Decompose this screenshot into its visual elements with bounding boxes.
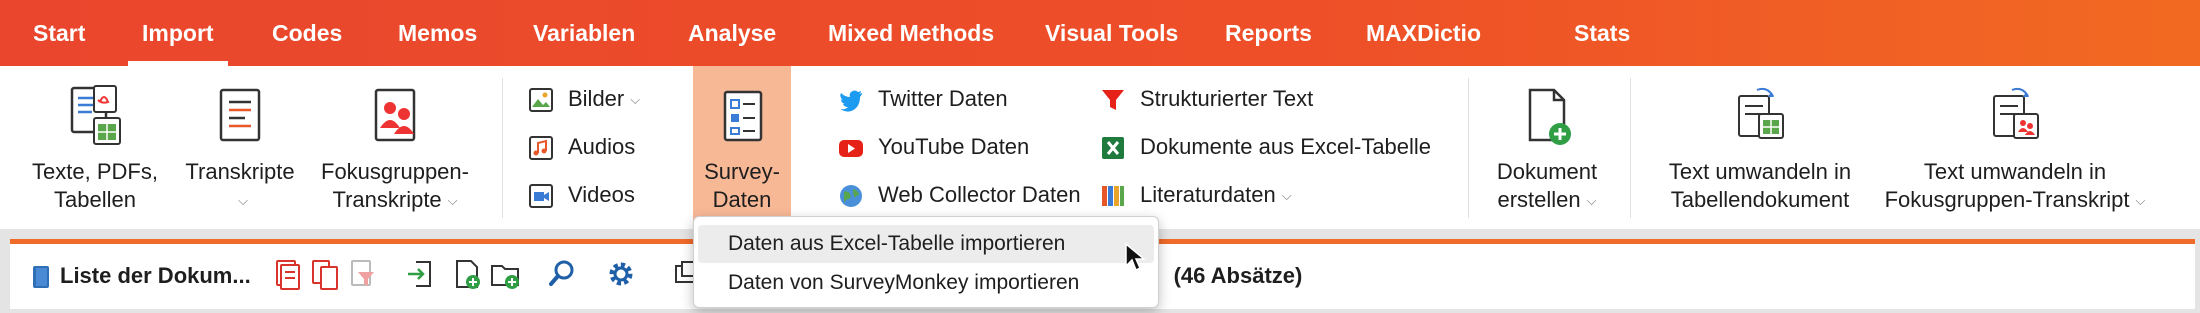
- image-icon: [529, 88, 553, 112]
- import-ribbon: Texte, PDFs, Tabellen Transkripte ⌵ Foku…: [0, 66, 2200, 229]
- import-images-button[interactable]: Bilder ⌵: [528, 81, 658, 117]
- document-import-icon: [70, 85, 121, 145]
- survey-data-dropdown: Daten aus Excel-Tabelle importieren Date…: [693, 216, 1159, 308]
- globe-icon: [840, 185, 862, 207]
- books-icon: [1102, 186, 1124, 206]
- youtube-icon: [839, 140, 863, 157]
- filter-funnel-icon: [1102, 90, 1124, 110]
- import-web-collector-button[interactable]: Web Collector Daten: [838, 177, 1081, 213]
- dokument-label-line2: erstellen: [1497, 187, 1581, 212]
- text-fokus-line1: Text umwandeln in: [1923, 159, 2107, 184]
- document-info: n (46 Absätze): [1140, 254, 1302, 298]
- literatur-label: Literaturdaten: [1140, 182, 1276, 207]
- audio-icon: [529, 136, 553, 160]
- transkripte-label: Transkripte: [185, 159, 295, 184]
- menu-visual-tools[interactable]: Visual Tools: [1045, 0, 1178, 66]
- new-folder-icon[interactable]: [490, 258, 520, 290]
- menu-stats[interactable]: Stats: [1574, 0, 1630, 66]
- survey-label-line1: Survey-: [704, 159, 780, 184]
- chevron-down-icon: ⌵: [238, 193, 248, 209]
- chevron-down-icon: ⌵: [630, 92, 641, 108]
- menu-analyse[interactable]: Analyse: [688, 0, 776, 66]
- dokument-label-line1: Dokument: [1496, 159, 1598, 184]
- chevron-down-icon: ⌵: [2135, 193, 2146, 209]
- document-book-icon: [33, 266, 49, 289]
- texte-label-line1: Texte, PDFs,: [32, 159, 158, 184]
- gear-icon[interactable]: [606, 258, 636, 290]
- import-literature-button[interactable]: Literaturdaten ⌵: [1100, 177, 1440, 213]
- ribbon-separator: [1468, 78, 1469, 218]
- chevron-down-icon: ⌵: [1281, 188, 1292, 204]
- convert-to-table-document-button[interactable]: Text umwandeln in Tabellendokument: [1650, 66, 1870, 229]
- menu-reports[interactable]: Reports: [1225, 0, 1312, 66]
- convert-to-focus-group-button[interactable]: Text umwandeln in Fokusgruppen-Transkrip…: [1880, 66, 2150, 229]
- survey-data-button[interactable]: Survey- Daten: [693, 66, 791, 229]
- import-twitter-button[interactable]: Twitter Daten: [838, 81, 1078, 117]
- survey-icon: [723, 90, 763, 142]
- import-from-surveymonkey-item[interactable]: Daten von SurveyMonkey importieren: [698, 264, 1154, 302]
- excel-docs-label: Dokumente aus Excel-Tabelle: [1140, 134, 1432, 159]
- focus-group-icon: [374, 88, 416, 142]
- video-icon: [529, 184, 553, 208]
- main-menu-bar: Start Import Codes Memos Variablen Analy…: [0, 0, 2200, 66]
- text-tabelle-line2: Tabellendokument: [1670, 187, 1850, 212]
- strukturierter-label: Strukturierter Text: [1140, 86, 1314, 111]
- chevron-down-icon: ⌵: [1586, 193, 1597, 209]
- menu-maxdictio[interactable]: MAXDictio: [1366, 0, 1481, 66]
- fokus-label-line2: Transkripte: [332, 187, 442, 212]
- document-list-title-text: Liste der Dokum...: [60, 263, 251, 288]
- import-from-excel-item[interactable]: Daten aus Excel-Tabelle importieren: [698, 225, 1154, 263]
- audios-label: Audios: [568, 134, 636, 159]
- bilder-label: Bilder: [568, 86, 625, 111]
- documents-red-icon[interactable]: [272, 258, 302, 290]
- texte-label-line2: Tabellen: [54, 187, 136, 212]
- twitter-icon: [840, 90, 862, 112]
- excel-icon: [1102, 137, 1124, 159]
- convert-focus-icon: [1993, 87, 2039, 139]
- search-icon[interactable]: [548, 258, 578, 290]
- import-document-icon[interactable]: [406, 258, 436, 290]
- menu-mixed-methods[interactable]: Mixed Methods: [828, 0, 994, 66]
- import-structured-text-button[interactable]: Strukturierter Text: [1100, 81, 1440, 117]
- copy-documents-icon[interactable]: [310, 258, 340, 290]
- import-focus-group-button[interactable]: Fokusgruppen- Transkripte ⌵: [310, 66, 480, 229]
- fokus-label-line1: Fokusgruppen-: [321, 159, 469, 184]
- document-list-title[interactable]: Liste der Dokum...: [32, 254, 251, 298]
- filter-documents-icon[interactable]: [348, 258, 378, 290]
- import-texts-pdfs-tables-button[interactable]: Texte, PDFs, Tabellen: [20, 66, 170, 229]
- import-videos-button[interactable]: Videos: [528, 177, 658, 213]
- youtube-label: YouTube Daten: [878, 134, 1030, 159]
- videos-label: Videos: [568, 182, 635, 207]
- import-excel-documents-button[interactable]: Dokumente aus Excel-Tabelle: [1100, 129, 1440, 165]
- transcript-icon: [219, 88, 261, 142]
- ribbon-separator: [1630, 78, 1631, 218]
- new-document-icon: [1528, 88, 1571, 145]
- mouse-cursor-icon: [1125, 242, 1147, 272]
- ribbon-separator: [502, 78, 503, 218]
- text-fokus-line2: Fokusgruppen-Transkript: [1884, 187, 2130, 212]
- import-audios-button[interactable]: Audios: [528, 129, 658, 165]
- menu-import[interactable]: Import: [128, 0, 228, 66]
- paragraph-count: (46 Absätze): [1173, 263, 1303, 288]
- twitter-label: Twitter Daten: [878, 86, 1008, 111]
- menu-codes[interactable]: Codes: [272, 0, 342, 66]
- new-document-icon[interactable]: [452, 258, 482, 290]
- import-youtube-button[interactable]: YouTube Daten: [838, 129, 1078, 165]
- import-transcripts-button[interactable]: Transkripte ⌵: [175, 66, 305, 229]
- menu-memos[interactable]: Memos: [398, 0, 477, 66]
- menu-start[interactable]: Start: [33, 0, 85, 66]
- chevron-down-icon: ⌵: [447, 193, 458, 209]
- menu-variablen[interactable]: Variablen: [533, 0, 635, 66]
- create-document-button[interactable]: Dokument erstellen ⌵: [1480, 66, 1614, 229]
- survey-label-line2: Daten: [712, 187, 772, 212]
- convert-table-icon: [1738, 87, 1784, 139]
- webcollector-label: Web Collector Daten: [878, 182, 1081, 207]
- text-tabelle-line1: Text umwandeln in: [1668, 159, 1852, 184]
